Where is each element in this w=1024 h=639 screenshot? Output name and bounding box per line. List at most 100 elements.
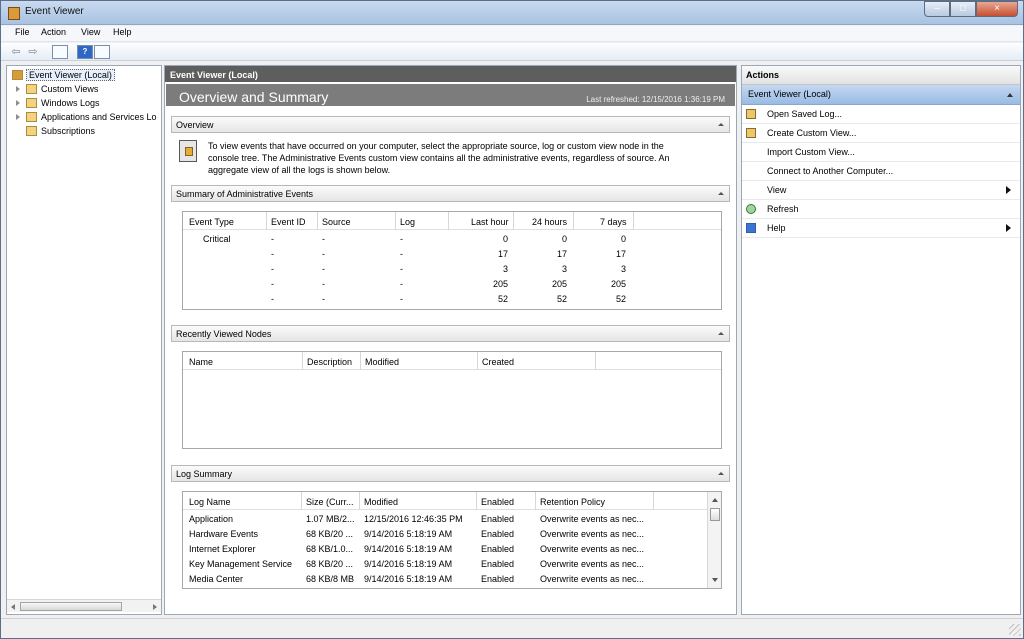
scroll-thumb[interactable]: [710, 508, 720, 521]
menu-view[interactable]: View: [81, 27, 100, 37]
log-cell: -: [400, 249, 403, 259]
forward-arrow-icon[interactable]: ⇨: [26, 45, 40, 59]
expand-arrow-icon[interactable]: [16, 86, 20, 92]
tree-item-label: Event Viewer (Local): [26, 69, 115, 81]
recently-viewed-nodes-table: Name Description Modified Created: [182, 351, 722, 449]
table-row[interactable]: Application 1.07 MB/2... 12/15/2016 12:4…: [183, 512, 707, 527]
folder-filter-icon: [26, 84, 37, 94]
column-event-id[interactable]: Event ID: [271, 217, 306, 227]
log-name-cell: Internet Explorer: [189, 544, 256, 554]
table-row[interactable]: Hardware Events 68 KB/20 ... 9/14/2016 5…: [183, 527, 707, 542]
scroll-right-icon[interactable]: [153, 604, 157, 610]
last-hour-cell: 3: [502, 264, 508, 274]
action-open-saved-log[interactable]: Open Saved Log...: [742, 105, 1020, 124]
column-modified[interactable]: Modified: [364, 497, 398, 507]
action-refresh[interactable]: Refresh: [742, 200, 1020, 219]
action-create-custom-view[interactable]: Create Custom View...: [742, 124, 1020, 143]
7-days-cell: 205: [610, 279, 626, 289]
page-title: Overview and Summary: [179, 89, 329, 105]
folder-log-icon: [26, 98, 37, 108]
source-cell: -: [322, 264, 325, 274]
recent-nodes-section-header[interactable]: Recently Viewed Nodes: [171, 325, 730, 342]
column-24-hours[interactable]: 24 hours: [532, 217, 567, 227]
scroll-thumb[interactable]: [20, 602, 122, 611]
overview-section-header[interactable]: Overview: [171, 116, 730, 133]
log-summary-vertical-scrollbar[interactable]: [707, 492, 721, 588]
show-hide-action-pane-icon[interactable]: [94, 45, 110, 59]
action-import-custom-view[interactable]: Import Custom View...: [742, 143, 1020, 162]
scroll-left-icon[interactable]: [11, 604, 15, 610]
table-row[interactable]: Internet Explorer 68 KB/1.0... 9/14/2016…: [183, 542, 707, 557]
action-connect-another-computer[interactable]: Connect to Another Computer...: [742, 162, 1020, 181]
table-row[interactable]: Critical - - - 0 0 0: [183, 232, 721, 247]
back-arrow-icon[interactable]: ⇦: [9, 45, 23, 59]
show-hide-console-tree-icon[interactable]: [52, 45, 68, 59]
minimize-button[interactable]: –: [924, 1, 950, 17]
close-button[interactable]: ×: [976, 1, 1018, 17]
table-row[interactable]: Key Management Service 68 KB/20 ... 9/14…: [183, 557, 707, 572]
help-icon: [746, 223, 756, 233]
tree-item-subscriptions[interactable]: Subscriptions: [7, 124, 167, 138]
column-log[interactable]: Log: [400, 217, 415, 227]
admin-summary-section-header[interactable]: Summary of Administrative Events: [171, 185, 730, 202]
column-7-days[interactable]: 7 days: [600, 217, 627, 227]
event-id-cell: -: [271, 279, 274, 289]
retention-policy-cell: Overwrite events as nec...: [540, 559, 645, 569]
retention-policy-cell: Overwrite events as nec...: [540, 544, 645, 554]
column-name[interactable]: Name: [189, 357, 213, 367]
column-created[interactable]: Created: [482, 357, 514, 367]
table-row[interactable]: Media Center 68 KB/8 MB 9/14/2016 5:18:1…: [183, 572, 707, 587]
actions-group-event-viewer-local[interactable]: Event Viewer (Local): [742, 85, 1020, 105]
menu-help[interactable]: Help: [113, 27, 132, 37]
column-event-type[interactable]: Event Type: [189, 217, 234, 227]
overview-content: To view events that have occurred on you…: [173, 134, 728, 183]
column-last-hour[interactable]: Last hour: [471, 217, 509, 227]
tree-horizontal-scrollbar[interactable]: [7, 599, 161, 612]
tree-item-applications-services-logs[interactable]: Applications and Services Lo: [7, 110, 167, 124]
menu-action[interactable]: Action: [41, 27, 66, 37]
event-id-cell: -: [271, 294, 274, 304]
24-hours-cell: 3: [561, 264, 567, 274]
action-view[interactable]: View: [742, 181, 1020, 200]
expand-arrow-icon[interactable]: [16, 114, 20, 120]
help-icon[interactable]: ?: [77, 45, 93, 59]
column-modified[interactable]: Modified: [365, 357, 399, 367]
section-title: Summary of Administrative Events: [176, 189, 314, 199]
toolbar: ⇦ ⇨ ?: [1, 43, 1023, 61]
collapse-arrow-icon[interactable]: [718, 123, 724, 126]
collapse-arrow-icon[interactable]: [718, 192, 724, 195]
admin-events-table: Event Type Event ID Source Log Last hour…: [182, 211, 722, 310]
title-bar[interactable]: Event Viewer – □ ×: [1, 1, 1023, 25]
column-retention-policy[interactable]: Retention Policy: [540, 497, 605, 507]
tree-item-windows-logs[interactable]: Windows Logs: [7, 96, 167, 110]
7-days-cell: 17: [615, 249, 626, 259]
menu-file[interactable]: File: [15, 27, 30, 37]
column-source[interactable]: Source: [322, 217, 351, 227]
collapse-arrow-icon[interactable]: [718, 472, 724, 475]
tree-item-custom-views[interactable]: Custom Views: [7, 82, 167, 96]
last-hour-cell: 0: [502, 234, 508, 244]
resize-grip-icon[interactable]: [1009, 624, 1021, 636]
table-row[interactable]: +Audit Success - - - 52 52 52: [183, 292, 721, 307]
column-log-name[interactable]: Log Name: [189, 497, 231, 507]
status-bar: [1, 618, 1023, 638]
tree-item-event-viewer-local[interactable]: Event Viewer (Local): [7, 68, 167, 82]
scroll-up-icon[interactable]: [712, 498, 718, 502]
column-description[interactable]: Description: [307, 357, 352, 367]
collapse-arrow-icon[interactable]: [718, 332, 724, 335]
action-help[interactable]: Help: [742, 219, 1020, 238]
collapse-arrow-icon[interactable]: [1007, 93, 1013, 97]
table-row[interactable]: +Error - - - 17 17 17: [183, 247, 721, 262]
section-title: Log Summary: [176, 469, 233, 479]
expand-arrow-icon[interactable]: [16, 100, 20, 106]
log-summary-section-header[interactable]: Log Summary: [171, 465, 730, 482]
column-size[interactable]: Size (Curr...: [306, 497, 354, 507]
table-row[interactable]: +Warning - - - 3 3 3: [183, 262, 721, 277]
table-row[interactable]: +Information - - - 205 205 205: [183, 277, 721, 292]
24-hours-cell: 52: [556, 294, 567, 304]
maximize-button[interactable]: □: [950, 1, 976, 17]
enabled-cell: Enabled: [481, 529, 515, 539]
event-id-cell: -: [271, 264, 274, 274]
column-enabled[interactable]: Enabled: [481, 497, 514, 507]
scroll-down-icon[interactable]: [712, 578, 718, 582]
